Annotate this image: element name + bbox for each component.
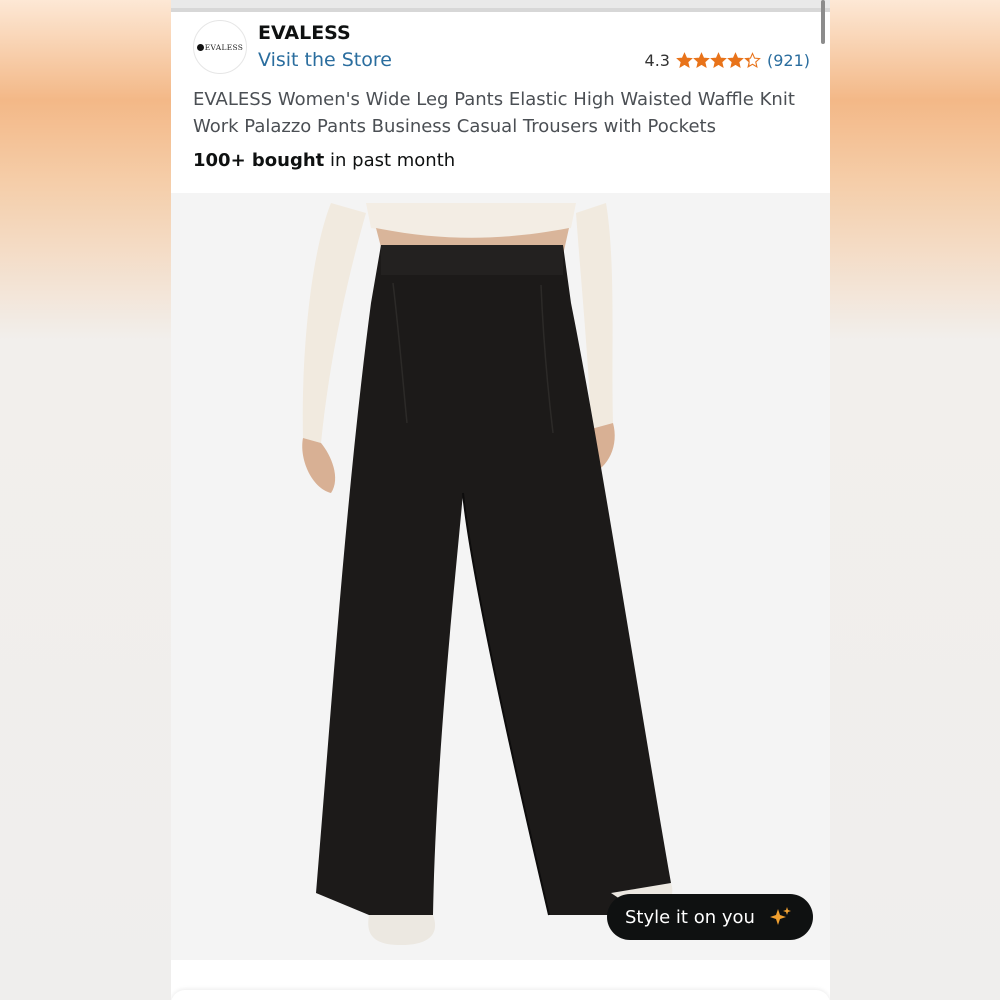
brand-logo-mark: EVALESS <box>196 42 244 52</box>
logo-dot-icon <box>196 43 204 51</box>
rating-summary[interactable]: 4.3 (921) <box>645 51 810 70</box>
background-left-blur <box>0 0 171 1000</box>
star-icon <box>710 52 727 68</box>
product-title-line-1: EVALESS Women's Wide Leg Pants Elastic H… <box>193 89 795 110</box>
rating-count-link[interactable]: (921) <box>767 51 810 70</box>
brand-logo-text: EVALESS <box>204 42 244 52</box>
top-strip <box>171 0 830 8</box>
star-icon <box>727 52 744 68</box>
product-title-line-2: Work Palazzo Pants Business Casual Trous… <box>193 116 716 137</box>
style-it-on-you-button[interactable]: Style it on you <box>607 894 813 940</box>
star-icon <box>693 52 710 68</box>
style-button-label: Style it on you <box>625 906 755 928</box>
next-section-card <box>171 990 830 1000</box>
rating-value: 4.3 <box>644 51 670 70</box>
brand-name: EVALESS <box>258 22 351 44</box>
scrollbar-thumb[interactable] <box>821 0 825 44</box>
star-icon <box>676 52 693 68</box>
sparkle-icon <box>769 907 791 925</box>
visit-store-link[interactable]: Visit the Store <box>258 49 392 71</box>
background-right-blur <box>830 0 1000 1000</box>
purchase-count-bold: 100+ bought <box>193 150 325 171</box>
purchase-count-suffix: in past month <box>324 150 456 171</box>
product-card: EVALESS EVALESS Visit the Store 4.3 (921… <box>171 0 830 1000</box>
brand-logo[interactable]: EVALESS <box>193 20 247 74</box>
divider <box>171 8 830 12</box>
product-image[interactable] <box>171 193 830 960</box>
star-icon <box>744 52 761 68</box>
purchase-count: 100+ bought in past month <box>193 150 455 171</box>
product-photo-icon <box>302 203 673 945</box>
star-rating <box>676 52 761 69</box>
product-title[interactable]: EVALESS Women's Wide Leg Pants Elastic H… <box>193 86 813 140</box>
